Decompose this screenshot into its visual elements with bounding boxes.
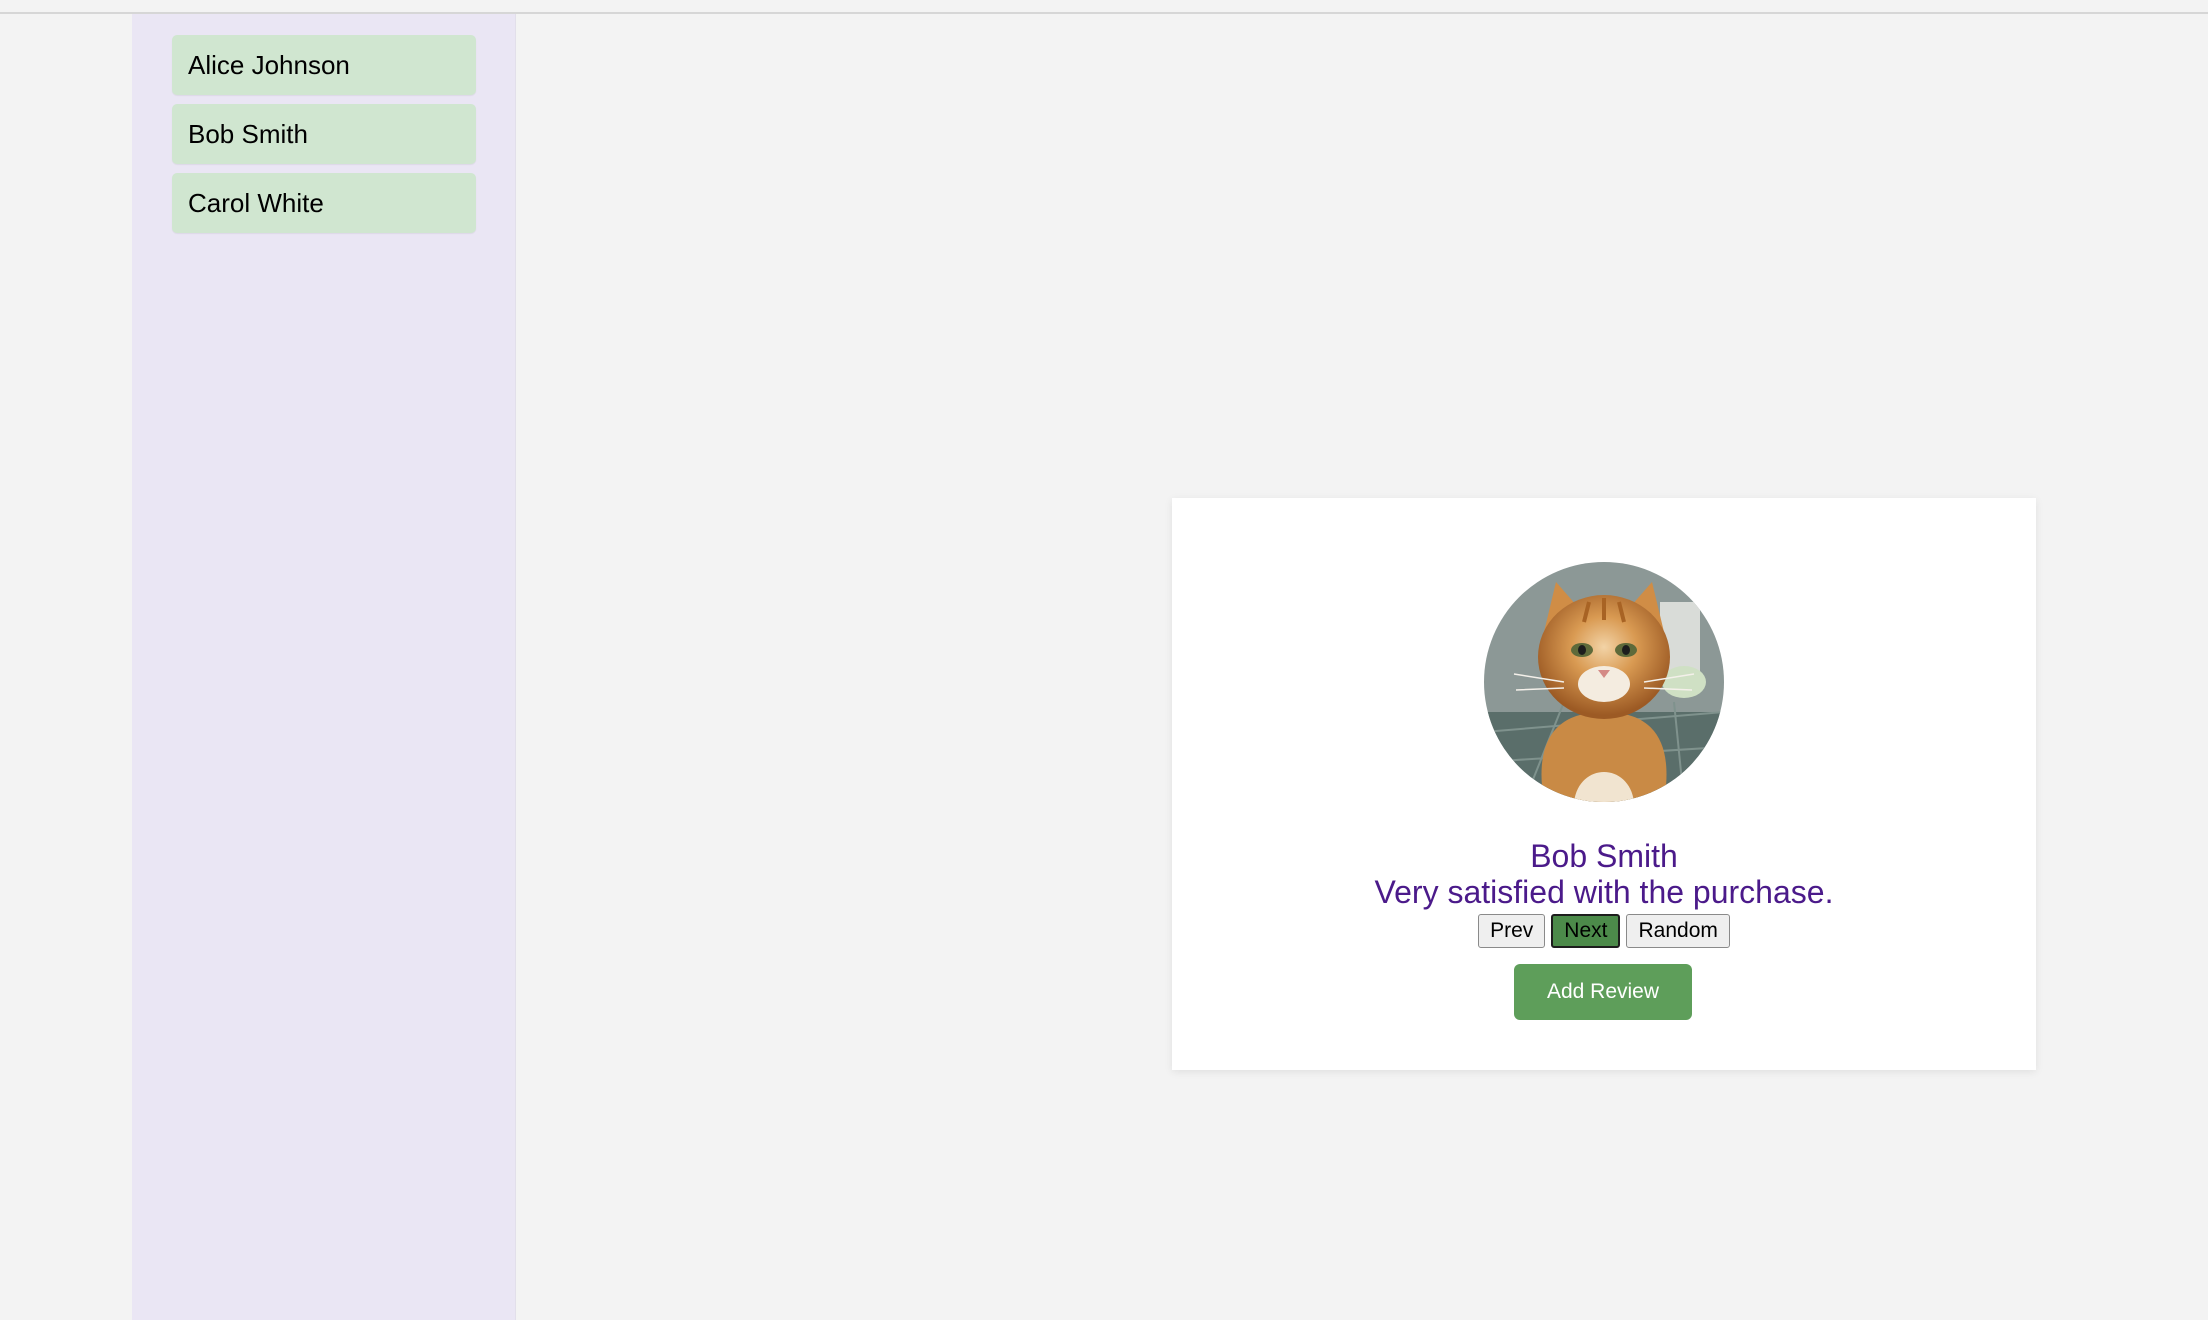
reviewer-list: Alice Johnson Bob Smith Carol White [172,35,476,242]
reviewer-name: Bob Smith [1530,838,1678,874]
review-navigation: Prev Next Random [1172,914,2036,948]
avatar [1484,562,1724,802]
review-text: Very satisfied with the purchase. [1374,874,1834,910]
next-button[interactable]: Next [1551,914,1621,948]
sidebar-item-bob-smith[interactable]: Bob Smith [172,104,476,164]
cat-photo-icon [1484,562,1724,802]
sidebar: Alice Johnson Bob Smith Carol White [132,14,516,1320]
prev-button[interactable]: Prev [1478,914,1546,948]
sidebar-item-alice-johnson[interactable]: Alice Johnson [172,35,476,95]
add-review-button[interactable]: Add Review [1514,964,1692,1020]
sidebar-item-carol-white[interactable]: Carol White [172,173,476,233]
review-card: Bob Smith Very satisfied with the purcha… [1172,498,2036,1070]
random-button[interactable]: Random [1626,914,1730,948]
